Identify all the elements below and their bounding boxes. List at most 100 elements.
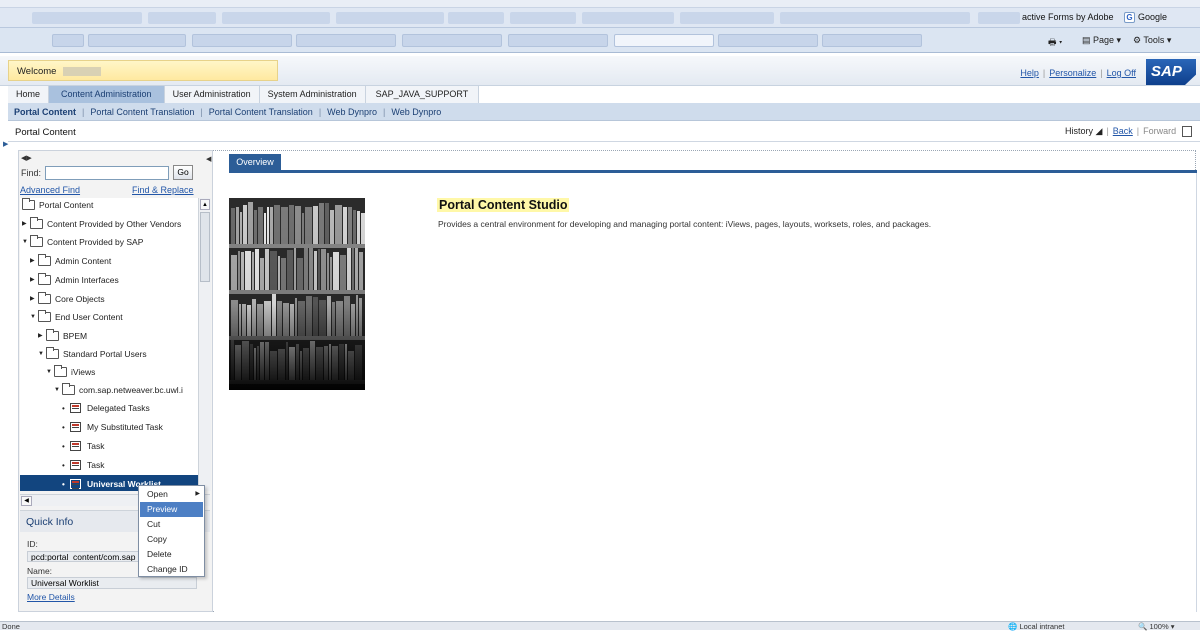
expand-arrow-icon[interactable]: ▶ (3, 140, 8, 148)
bookmark-google[interactable]: G Google (1124, 12, 1168, 24)
collapse-icon[interactable]: ▼ (54, 381, 62, 399)
bookmark-item[interactable] (978, 12, 1020, 24)
context-menu: Open ▶ Preview Cut Copy Delete Change ID (138, 485, 205, 577)
tree-node-other-vendors[interactable]: ▶ Content Provided by Other Vendors (22, 215, 181, 233)
go-button[interactable]: Go (173, 165, 193, 180)
find-input[interactable] (45, 166, 169, 180)
subnav-portal-content-translation-2[interactable]: Portal Content Translation (203, 103, 319, 121)
tab-sap-java-support[interactable]: SAP_JAVA_SUPPORT (365, 86, 480, 103)
expand-icon[interactable]: ▶ (30, 252, 38, 270)
bookmark-adobe[interactable]: active Forms by Adobe (1022, 12, 1114, 22)
bookmark-item[interactable] (510, 12, 576, 24)
browser-tab-active[interactable] (614, 34, 714, 47)
find-replace-link[interactable]: Find & Replace (132, 185, 194, 195)
google-icon: G (1124, 12, 1135, 24)
context-menu-change-id[interactable]: Change ID (140, 562, 203, 577)
tab-overview[interactable]: Overview (229, 154, 281, 171)
browser-status-bar: Done 🌐 Local intranet 🔍 100% ▾ (0, 621, 1200, 631)
bookmark-item[interactable] (148, 12, 216, 24)
subnav-web-dynpro[interactable]: Web Dynpro (321, 103, 383, 121)
browser-tab[interactable] (192, 34, 292, 47)
tree-node-portal-content[interactable]: Portal Content (22, 198, 93, 214)
context-menu-copy[interactable]: Copy (140, 532, 203, 547)
tree-node-delegated-tasks[interactable]: • Delegated Tasks (62, 399, 150, 417)
tree-node-iviews[interactable]: ▼ iViews (46, 363, 95, 381)
tree-node-content-by-sap[interactable]: ▼ Content Provided by SAP (22, 233, 143, 251)
tab-content-administration[interactable]: Content Administration (49, 86, 165, 103)
advanced-find-link[interactable]: Advanced Find (20, 185, 80, 195)
collapse-icon[interactable]: ▼ (30, 308, 38, 326)
tab-user-administration[interactable]: User Administration (164, 86, 260, 103)
folder-icon (38, 272, 51, 285)
header-links: Help | Personalize | Log Off (1020, 68, 1136, 78)
scroll-up-icon[interactable]: ▲ (200, 199, 210, 210)
portal-header: Welcome Help | Personalize | Log Off SAP (0, 56, 1200, 86)
tree-node-task[interactable]: • Task (62, 437, 104, 455)
bookmark-item[interactable] (582, 12, 674, 24)
help-link[interactable]: Help (1020, 68, 1039, 78)
bookshelf-illustration (229, 198, 365, 390)
tree-node-admin-interfaces[interactable]: ▶ Admin Interfaces (30, 271, 119, 289)
collapse-panel-icon[interactable]: ◀▶ (21, 154, 32, 162)
browser-tab[interactable] (88, 34, 186, 47)
scroll-thumb[interactable] (200, 212, 210, 282)
bookmark-item[interactable] (780, 12, 970, 24)
tree-node-task-2[interactable]: • Task (62, 456, 104, 474)
subnav-web-dynpro-2[interactable]: Web Dynpro (385, 103, 447, 121)
expand-icon[interactable]: ▶ (30, 290, 38, 308)
bookmark-item[interactable] (680, 12, 774, 24)
browser-tab[interactable] (822, 34, 922, 47)
tree-node-label: Delegated Tasks (87, 403, 150, 413)
tree-node-label: Content Provided by SAP (47, 237, 144, 247)
bookmark-google-label: Google (1138, 12, 1168, 22)
tree-node-label: Portal Content (39, 200, 94, 210)
context-menu-cut[interactable]: Cut (140, 517, 203, 532)
history-menu[interactable]: History ◢ (1065, 126, 1102, 136)
browser-tab[interactable] (508, 34, 608, 47)
context-menu-open[interactable]: Open ▶ (140, 487, 203, 502)
subnav-portal-content[interactable]: Portal Content (8, 103, 82, 121)
tree-node-standard-portal-users[interactable]: ▼ Standard Portal Users (38, 345, 147, 363)
browser-tab[interactable] (52, 34, 84, 47)
tools-menu[interactable]: ⚙ Tools ▾ (1133, 35, 1171, 46)
collapse-icon[interactable]: ▼ (38, 345, 46, 363)
tree-node-admin-content[interactable]: ▶ Admin Content (30, 252, 111, 270)
log-off-link[interactable]: Log Off (1107, 68, 1136, 78)
tree-node-bpem[interactable]: ▶ BPEM (38, 327, 87, 345)
back-link[interactable]: Back (1113, 126, 1133, 136)
context-menu-delete[interactable]: Delete (140, 547, 203, 562)
page-menu[interactable]: ▤ Page ▾ (1082, 35, 1121, 46)
expand-icon[interactable]: ▶ (38, 327, 46, 345)
tree-vertical-scrollbar[interactable]: ▲ (198, 198, 211, 491)
expand-icon[interactable]: ▶ (22, 215, 30, 233)
document-options-icon[interactable] (1182, 126, 1192, 137)
context-menu-preview[interactable]: Preview (140, 502, 203, 517)
collapse-icon[interactable]: ▼ (22, 233, 30, 251)
folder-icon (62, 382, 75, 395)
browser-tab[interactable] (718, 34, 818, 47)
collapse-icon[interactable]: ▼ (46, 363, 54, 381)
bookmark-item[interactable] (222, 12, 330, 24)
folder-icon (54, 364, 67, 377)
tree-node-core-objects[interactable]: ▶ Core Objects (30, 290, 105, 308)
subnav-portal-content-translation[interactable]: Portal Content Translation (84, 103, 200, 121)
scroll-left-icon[interactable]: ◀ (21, 496, 32, 506)
personalize-link[interactable]: Personalize (1049, 68, 1096, 78)
more-details-link[interactable]: More Details (27, 592, 75, 602)
tree-node-label: Content Provided by Other Vendors (47, 219, 182, 229)
expand-icon[interactable]: ▶ (30, 271, 38, 289)
tree-node-uwl-package[interactable]: ▼ com.sap.netweaver.bc.uwl.i (54, 381, 183, 399)
tree-node-end-user-content[interactable]: ▼ End User Content (30, 308, 123, 326)
content-title: Portal Content Studio (437, 198, 570, 212)
tab-system-administration[interactable]: System Administration (259, 86, 366, 103)
bookmark-item[interactable] (336, 12, 444, 24)
collapse-catalog-icon[interactable]: ◀ (206, 155, 211, 163)
tree-node-my-substituted-task[interactable]: • My Substituted Task (62, 418, 163, 436)
browser-tab[interactable] (402, 34, 502, 47)
tab-home[interactable]: Home (8, 86, 50, 103)
browser-tab[interactable] (296, 34, 396, 47)
name-label: Name: (27, 566, 53, 576)
bookmark-item[interactable] (32, 12, 142, 24)
bookmark-item[interactable] (448, 12, 504, 24)
print-icon[interactable]: 🖶 ▾ (1048, 35, 1062, 51)
